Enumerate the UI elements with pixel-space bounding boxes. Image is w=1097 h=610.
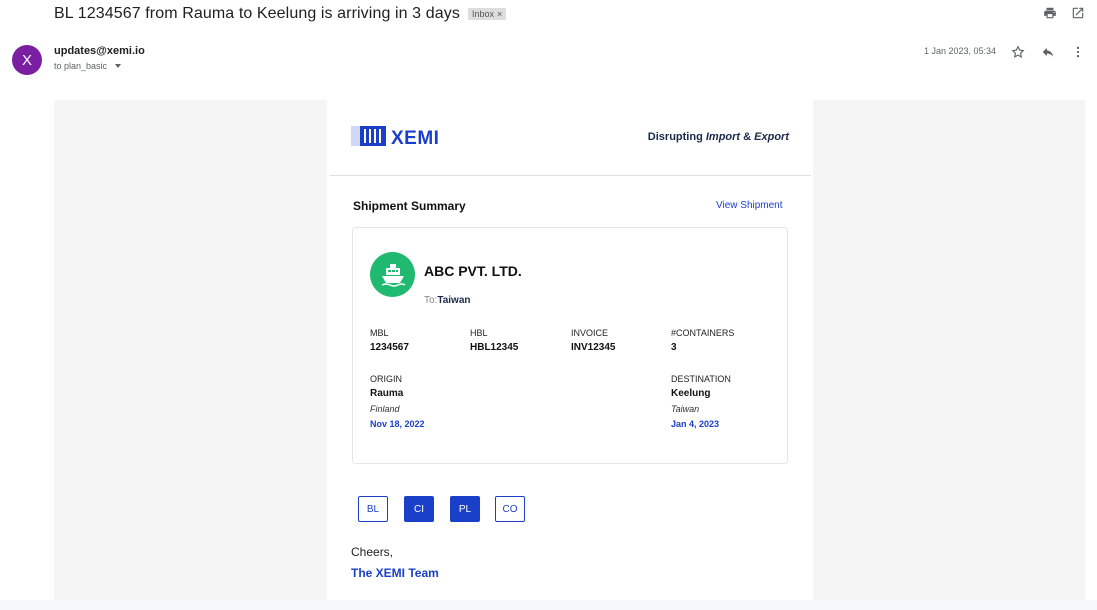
ship-icon [370, 252, 415, 297]
inbox-label-chip[interactable]: Inbox × [467, 8, 507, 20]
signoff-text: Cheers, [351, 545, 394, 559]
open-new-window-icon[interactable] [1071, 6, 1085, 25]
subject-row: BL 1234567 from Rauma to Keelung is arri… [54, 4, 507, 24]
destination-label: DESTINATION [671, 374, 731, 384]
chevron-down-icon[interactable] [115, 64, 122, 68]
ci-document-button[interactable]: CI [404, 496, 434, 522]
recipient-line[interactable]: to plan_basic [54, 61, 122, 71]
inbox-label-text: Inbox [471, 9, 494, 19]
containers-label: #CONTAINERS [671, 328, 735, 338]
reply-icon[interactable] [1041, 45, 1055, 64]
mbl-label: MBL [370, 328, 389, 338]
company-name: ABC PVT. LTD. [424, 263, 522, 279]
shipment-summary-title: Shipment Summary [353, 199, 466, 213]
team-signature: The XEMI Team [351, 566, 439, 580]
hbl-value: HBL12345 [470, 342, 519, 353]
star-icon[interactable] [1011, 45, 1025, 64]
destination-country: Taiwan [671, 404, 700, 414]
invoice-value: INV12345 [571, 342, 616, 353]
origin-country: Finland [370, 404, 400, 414]
container-logo-icon [351, 124, 387, 153]
email-date: 1 Jan 2023, 05:34 [924, 46, 997, 56]
remove-label-icon[interactable]: × [497, 9, 502, 19]
destination-city: Keelung [671, 388, 711, 399]
email-subject: BL 1234567 from Rauma to Keelung is arri… [54, 5, 460, 22]
mbl-value: 1234567 [370, 342, 409, 353]
bl-document-button[interactable]: BL [358, 496, 388, 522]
pl-document-button[interactable]: PL [450, 496, 480, 522]
more-options-icon[interactable] [1071, 45, 1085, 64]
view-shipment-link[interactable]: View Shipment [716, 200, 783, 211]
print-icon[interactable] [1043, 6, 1057, 25]
to-destination: To:Taiwan [424, 295, 471, 306]
top-actions [1043, 6, 1085, 25]
sender-address[interactable]: updates@xemi.io [54, 45, 145, 57]
origin-city: Rauma [370, 388, 404, 399]
hbl-label: HBL [470, 328, 488, 338]
containers-value: 3 [671, 342, 677, 353]
recipient-text: to plan_basic [54, 61, 108, 71]
co-document-button[interactable]: CO [495, 496, 525, 522]
page-bottom-strip [0, 600, 1097, 610]
logo-text: XEMI [391, 127, 440, 149]
invoice-label: INVOICE [571, 328, 609, 338]
sender-avatar[interactable]: X [12, 45, 42, 75]
xemi-logo: XEMI [351, 124, 439, 153]
header-divider [330, 175, 811, 176]
tagline: Disrupting Import & Export [647, 131, 789, 143]
origin-label: ORIGIN [370, 374, 403, 384]
destination-date: Jan 4, 2023 [671, 419, 720, 429]
origin-date: Nov 18, 2022 [370, 419, 425, 429]
message-actions [1011, 45, 1085, 64]
